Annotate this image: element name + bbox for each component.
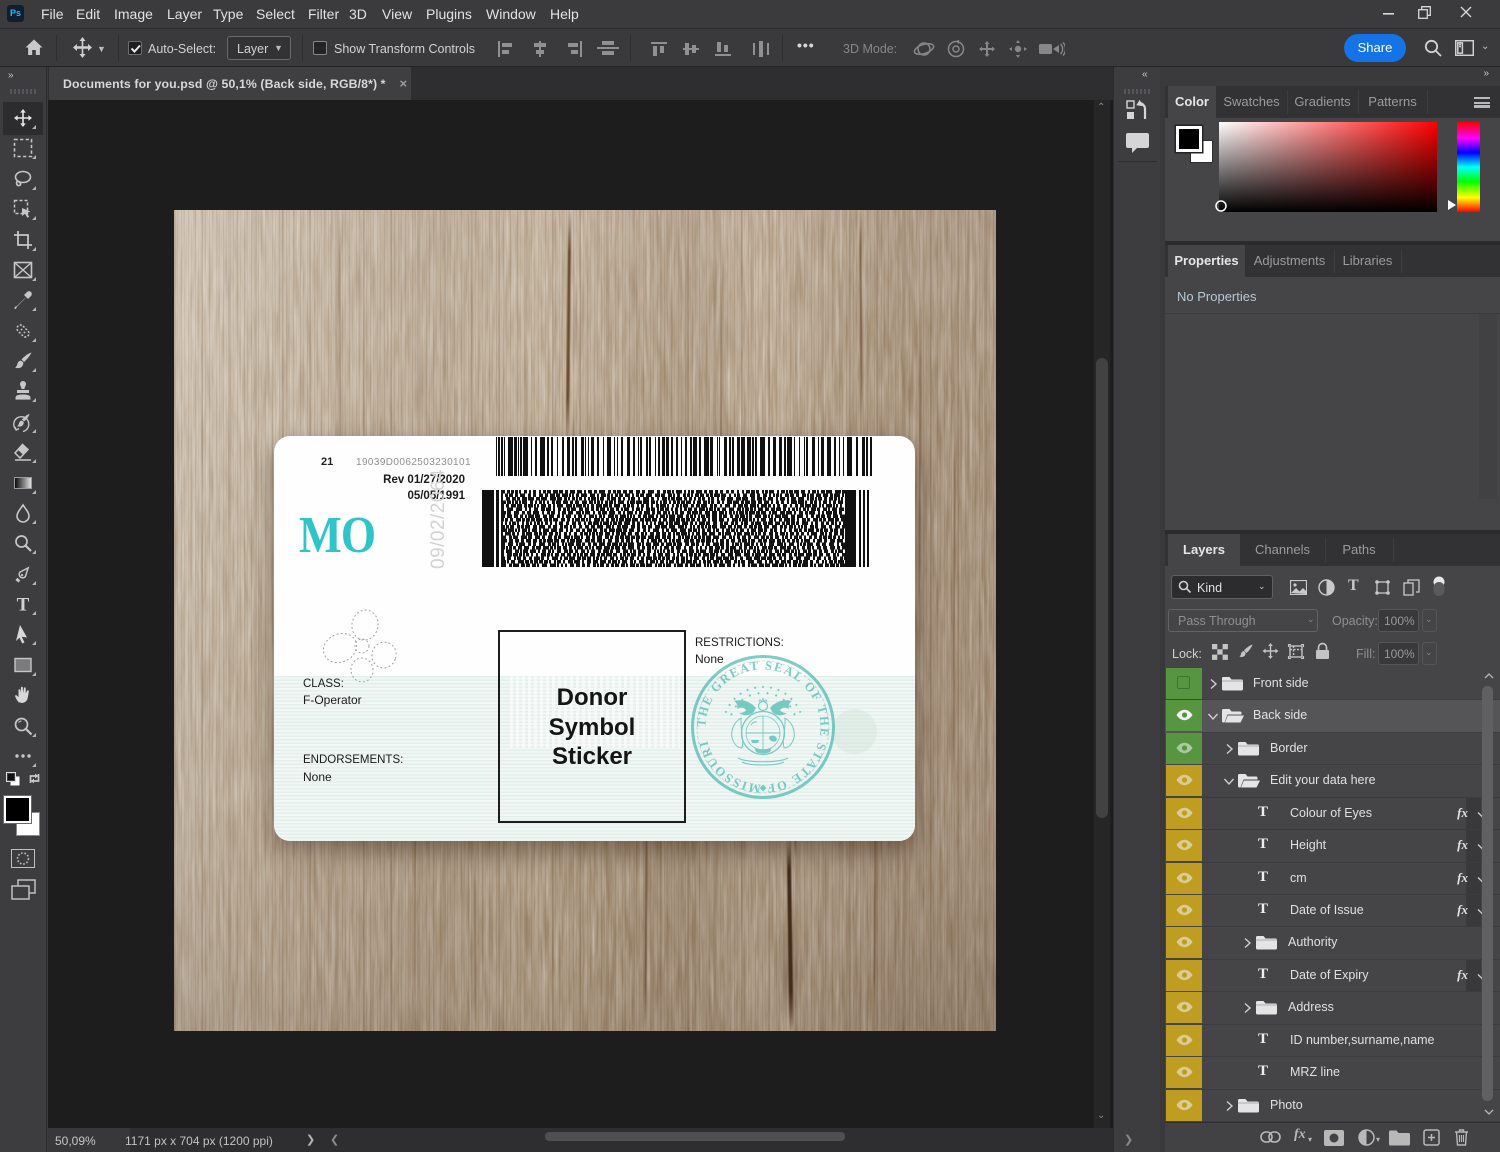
- svg-text:T: T: [17, 595, 30, 615]
